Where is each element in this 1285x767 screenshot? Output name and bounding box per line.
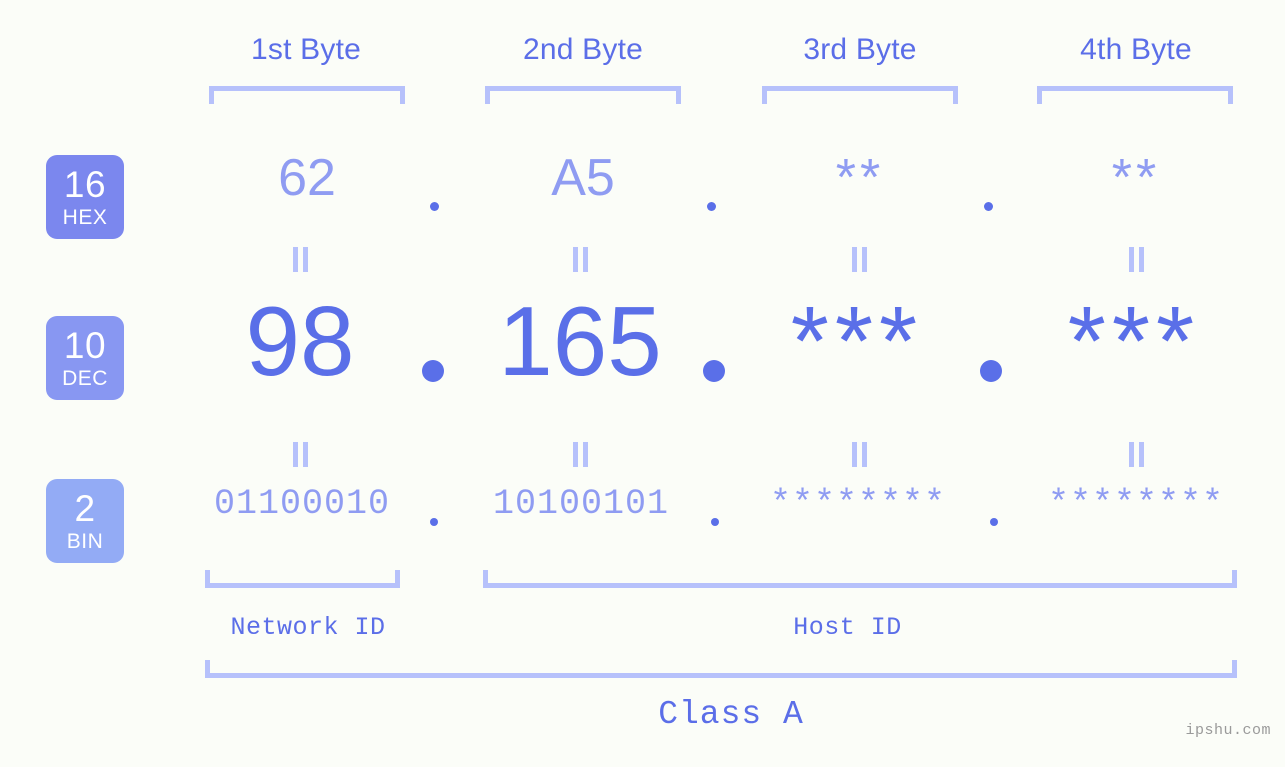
hex-byte-3: ** <box>835 149 885 207</box>
hex-byte-2: A5 <box>551 149 615 207</box>
dec-byte-2: 165 <box>498 286 662 396</box>
hex-row: 62 A5 ** ** <box>0 152 1285 232</box>
bin-byte-2: 10100101 <box>492 484 670 524</box>
bin-separator-dot-3 <box>990 518 998 526</box>
byte-header-2: 2nd Byte <box>522 33 644 66</box>
equals-mark-dec-bin-4 <box>1129 442 1144 467</box>
hex-byte-4: ** <box>1111 149 1161 207</box>
equals-mark-dec-bin-3 <box>852 442 867 467</box>
class-label: Class A <box>658 696 804 733</box>
equals-mark-hex-dec-3 <box>852 247 867 272</box>
byte-bracket-top-4 <box>1037 86 1233 104</box>
bin-separator-dot-2 <box>711 518 719 526</box>
hex-separator-dot-2 <box>707 202 716 211</box>
hex-byte-1: 62 <box>278 149 336 207</box>
network-id-bracket <box>205 570 400 588</box>
byte-header-3: 3rd Byte <box>803 33 917 66</box>
byte-header-4: 4th Byte <box>1080 33 1192 66</box>
bin-byte-3: ******** <box>769 484 947 524</box>
equals-mark-hex-dec-2 <box>573 247 588 272</box>
class-bracket <box>205 660 1237 678</box>
equals-mark-hex-dec-4 <box>1129 247 1144 272</box>
hex-separator-dot-1 <box>430 202 439 211</box>
network-id-label: Network ID <box>230 613 386 642</box>
dec-separator-dot-3 <box>980 360 1002 382</box>
equals-mark-dec-bin-2 <box>573 442 588 467</box>
equals-mark-dec-bin-1 <box>293 442 308 467</box>
dec-byte-1: 98 <box>245 286 355 396</box>
equals-mark-hex-dec-1 <box>293 247 308 272</box>
watermark: ipshu.com <box>1185 722 1271 739</box>
dec-separator-dot-1 <box>422 360 444 382</box>
dec-separator-dot-2 <box>703 360 725 382</box>
byte-bracket-top-3 <box>762 86 958 104</box>
byte-header-1: 1st Byte <box>251 33 361 66</box>
host-id-bracket <box>483 570 1237 588</box>
ip-breakdown-diagram: 1st Byte 2nd Byte 3rd Byte 4th Byte 16 H… <box>0 0 1285 767</box>
hex-separator-dot-3 <box>984 202 993 211</box>
dec-byte-3: *** <box>790 286 924 396</box>
host-id-label: Host ID <box>793 613 902 642</box>
bin-separator-dot-1 <box>430 518 438 526</box>
dec-row: 98 165 *** *** <box>0 292 1285 417</box>
byte-bracket-top-1 <box>209 86 405 104</box>
dec-byte-4: *** <box>1067 286 1201 396</box>
bin-byte-1: 01100010 <box>213 484 391 524</box>
byte-bracket-top-2 <box>485 86 681 104</box>
bin-row: 01100010 10100101 ******** ******** <box>0 487 1285 547</box>
bin-byte-4: ******** <box>1047 484 1225 524</box>
